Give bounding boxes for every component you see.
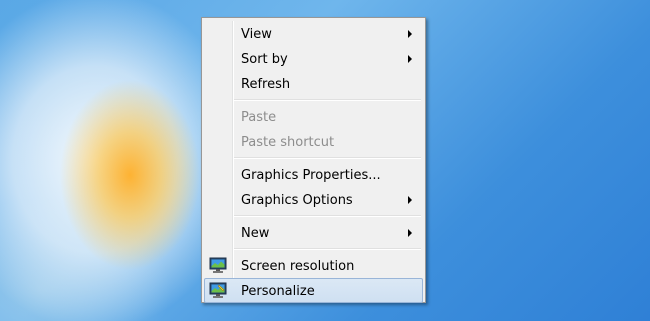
menu-item-label: Sort by xyxy=(241,52,288,67)
menu-separator xyxy=(234,154,423,162)
personalize-monitor-icon xyxy=(209,282,227,298)
menu-item-label: Refresh xyxy=(241,77,291,92)
submenu-arrow-icon xyxy=(408,229,412,237)
menu-item-paste: Paste xyxy=(204,104,423,129)
menu-separator xyxy=(234,245,423,253)
menu-item-label: Paste shortcut xyxy=(241,135,335,150)
menu-item-label: Screen resolution xyxy=(241,259,355,274)
menu-item-new[interactable]: New xyxy=(204,220,423,245)
menu-item-personalize[interactable]: Personalize xyxy=(204,278,423,303)
desktop-context-menu: View Sort by Refresh Paste Paste shortcu… xyxy=(201,17,426,303)
menu-item-paste-shortcut: Paste shortcut xyxy=(204,129,423,154)
menu-separator xyxy=(234,212,423,220)
menu-item-view[interactable]: View xyxy=(204,21,423,46)
monitor-icon xyxy=(209,257,227,273)
menu-item-graphics-properties[interactable]: Graphics Properties... xyxy=(204,162,423,187)
submenu-arrow-icon xyxy=(408,55,412,63)
menu-item-sort-by[interactable]: Sort by xyxy=(204,46,423,71)
menu-item-label: View xyxy=(241,27,272,42)
submenu-arrow-icon xyxy=(408,30,412,38)
submenu-arrow-icon xyxy=(408,196,412,204)
menu-item-label: Personalize xyxy=(241,284,315,299)
menu-item-label: Paste xyxy=(241,110,277,125)
menu-item-refresh[interactable]: Refresh xyxy=(204,71,423,96)
menu-item-label: New xyxy=(241,226,270,241)
menu-item-label: Graphics Properties... xyxy=(241,168,381,183)
menu-item-label: Graphics Options xyxy=(241,193,353,208)
menu-separator xyxy=(234,96,423,104)
menu-item-graphics-options[interactable]: Graphics Options xyxy=(204,187,423,212)
menu-item-screen-resolution[interactable]: Screen resolution xyxy=(204,253,423,278)
